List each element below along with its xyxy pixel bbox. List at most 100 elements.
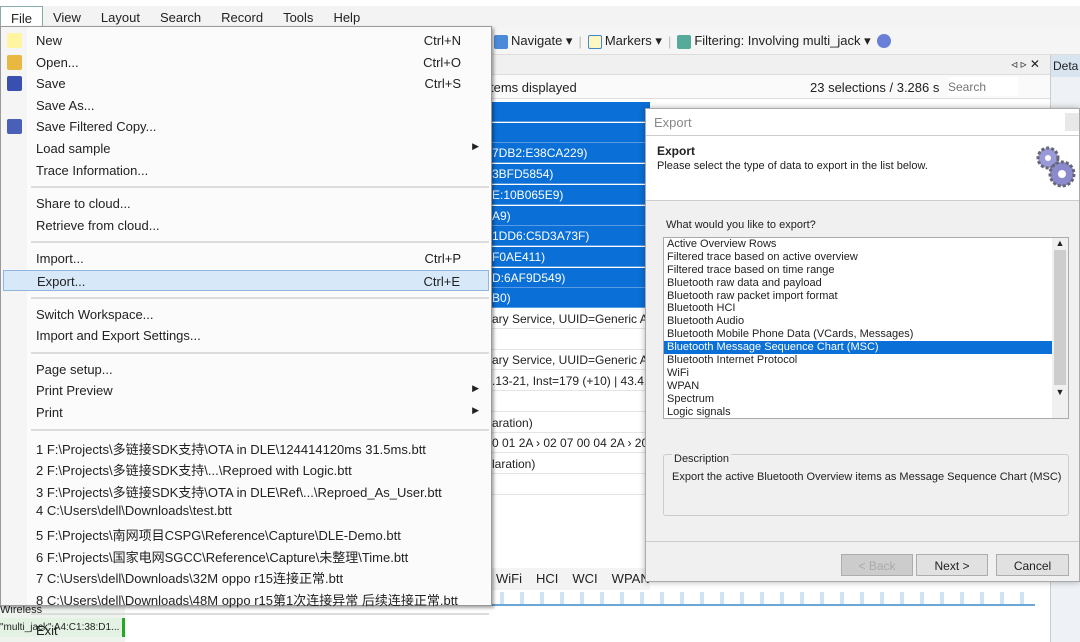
- list-item[interactable]: F0AE411): [490, 246, 650, 267]
- navigate-button[interactable]: Navigate ▾: [494, 33, 572, 49]
- back-button[interactable]: < Back: [841, 554, 913, 576]
- list-item[interactable]: ary Service, UUID=Generic Attri: [490, 350, 650, 371]
- list-item[interactable]: [490, 122, 650, 143]
- menu-item[interactable]: Save Filtered Copy...: [3, 116, 489, 137]
- list-item[interactable]: [490, 392, 650, 412]
- menu-item-label: Switch Workspace...: [36, 306, 154, 322]
- list-item[interactable]: [490, 475, 650, 495]
- list-item[interactable]: aration): [490, 413, 650, 433]
- list-item[interactable]: D:6AF9D549): [490, 267, 650, 288]
- menu-layout[interactable]: Layout: [91, 6, 150, 28]
- menu-item-label: Open...: [36, 54, 79, 70]
- list-item[interactable]: laration): [490, 454, 650, 474]
- cancel-button[interactable]: Cancel: [996, 554, 1069, 576]
- menu-file[interactable]: File: [0, 6, 43, 28]
- markers-button[interactable]: Markers ▾: [587, 33, 662, 49]
- list-item[interactable]: 0 01 2A › 02 07 00 04 2A › 20 0A: [490, 433, 650, 454]
- menu-item-label: 5 F:\Projects\南网项目CSPG\Reference\Capture…: [36, 528, 401, 543]
- search-input[interactable]: [948, 77, 1018, 96]
- menu-item[interactable]: Exit: [3, 620, 489, 641]
- export-option[interactable]: Bluetooth Mobile Phone Data (VCards, Mes…: [664, 328, 1052, 341]
- menu-item-label: 6 F:\Projects\国家电网SGCC\Reference\Capture…: [36, 549, 409, 565]
- scrollbar[interactable]: ▲ ▼: [1052, 238, 1068, 418]
- menu-item[interactable]: 4 C:\Users\dell\Downloads\test.btt: [3, 500, 489, 521]
- menu-item-label: Print: [36, 405, 63, 420]
- export-option[interactable]: Spectrum: [664, 393, 1052, 406]
- close-button[interactable]: [1065, 113, 1079, 131]
- save-filtered-icon: [7, 119, 22, 135]
- tab-hci[interactable]: HCI: [536, 571, 558, 590]
- menu-tools[interactable]: Tools: [273, 6, 323, 28]
- list-item[interactable]: 7DB2:E38CA229): [490, 143, 650, 164]
- menu-item[interactable]: Page setup...: [3, 359, 489, 380]
- marker-icon: [587, 34, 602, 49]
- timeline-wave[interactable]: [490, 592, 1035, 606]
- menu-item[interactable]: Trace Information...: [3, 160, 489, 181]
- filtering-button[interactable]: Filtering: Involving multi_jack ▾: [677, 33, 871, 49]
- menu-item[interactable]: Save As...: [3, 95, 489, 116]
- export-option[interactable]: Bluetooth HCI: [664, 302, 1052, 315]
- menu-item[interactable]: Open... Ctrl+O: [3, 52, 489, 73]
- next-button[interactable]: Next >: [916, 554, 988, 576]
- menu-item[interactable]: 3 F:\Projects\多链接SDK支持\OTA in DLE\Ref\..…: [3, 479, 489, 500]
- menu-item[interactable]: Print Preview ▶: [3, 380, 489, 401]
- menu-item-label: Share to cloud...: [36, 196, 131, 212]
- menu-item[interactable]: 2 F:\Projects\多链接SDK支持\...\Reproed with …: [3, 457, 489, 478]
- menu-item[interactable]: Export... Ctrl+E: [3, 270, 489, 291]
- list-item[interactable]: 1DD6:C5D3A73F): [490, 226, 650, 247]
- export-option[interactable]: Bluetooth raw packet import format: [664, 290, 1052, 303]
- export-option[interactable]: Bluetooth Internet Protocol: [664, 354, 1052, 367]
- list-item[interactable]: ary Service, UUID=Generic Attrib: [490, 309, 650, 329]
- menu-item[interactable]: 1 F:\Projects\多链接SDK支持\OTA in DLE\124414…: [3, 436, 489, 457]
- menu-item[interactable]: Load sample ▶: [3, 138, 489, 159]
- menu-item[interactable]: 5 F:\Projects\南网项目CSPG\Reference\Capture…: [3, 522, 489, 543]
- menu-item-label: Export...: [37, 274, 86, 289]
- export-option[interactable]: Bluetooth raw data and payload: [664, 277, 1052, 290]
- close-icon[interactable]: ◃ ▹ ✕: [1011, 57, 1040, 71]
- menu-item[interactable]: 6 F:\Projects\国家电网SGCC\Reference\Capture…: [3, 544, 489, 565]
- selections-text: 23 selections / 3.286 s: [810, 80, 940, 95]
- menu-item[interactable]: New Ctrl+N: [3, 30, 489, 51]
- menu-item-label: 3 F:\Projects\多链接SDK支持\OTA in DLE\Ref\..…: [36, 484, 442, 500]
- menu-item[interactable]: 7 C:\Users\dell\Downloads\32M oppo r15连接…: [3, 565, 489, 586]
- shield-icon[interactable]: [876, 34, 891, 48]
- menu-item[interactable]: Share to cloud...: [3, 193, 489, 214]
- export-option[interactable]: Bluetooth Message Sequence Chart (MSC): [664, 341, 1052, 355]
- menu-item[interactable]: Retrieve from cloud...: [3, 215, 489, 236]
- list-item[interactable]: A9): [490, 205, 650, 226]
- menu-search[interactable]: Search: [150, 6, 211, 28]
- tab-wifi[interactable]: WiFi: [496, 571, 522, 590]
- list-item[interactable]: E:10B065E9): [490, 184, 650, 205]
- list-item[interactable]: B0): [490, 288, 650, 309]
- menu-view[interactable]: View: [43, 6, 91, 28]
- menu-help[interactable]: Help: [323, 6, 370, 28]
- export-option[interactable]: Bluetooth Audio: [664, 315, 1052, 328]
- export-option[interactable]: WPAN: [664, 380, 1052, 393]
- export-option[interactable]: Filtered trace based on time range: [664, 264, 1052, 277]
- menu-item[interactable]: 8 C:\Users\dell\Downloads\48M oppo r15第1…: [3, 587, 489, 608]
- list-item[interactable]: 3BFD5854): [490, 164, 650, 185]
- export-option[interactable]: Filtered trace based on active overview: [664, 251, 1052, 264]
- list-item[interactable]: [490, 102, 650, 122]
- dialog-subheading: Please select the type of data to export…: [657, 160, 928, 172]
- menu-item[interactable]: Import... Ctrl+P: [3, 248, 489, 269]
- export-option[interactable]: Active Overview Rows: [664, 238, 1052, 251]
- menu-item[interactable]: Import and Export Settings...: [3, 325, 489, 346]
- export-option[interactable]: WiFi: [664, 367, 1052, 380]
- description-text: Export the active Bluetooth Overview ite…: [672, 471, 1062, 483]
- list-item[interactable]: [490, 330, 650, 350]
- export-option[interactable]: Logic signals: [664, 406, 1052, 418]
- details-title: Deta: [1051, 55, 1080, 77]
- menu-item-label: Load sample: [36, 141, 111, 156]
- menu-record[interactable]: Record: [211, 6, 273, 28]
- menu-item[interactable]: Switch Workspace...: [3, 304, 489, 325]
- tab-wpan[interactable]: WPAN: [612, 571, 650, 590]
- list-item[interactable]: .13-21, Inst=179 (+10) | 43.417: [490, 371, 650, 392]
- menu-item[interactable]: Print ▶: [3, 402, 489, 423]
- menu-item-label: 1 F:\Projects\多链接SDK支持\OTA in DLE\124414…: [36, 441, 426, 457]
- menu-item[interactable]: Save Ctrl+S: [3, 73, 489, 94]
- tab-wci[interactable]: WCI: [572, 571, 597, 590]
- export-type-list[interactable]: Active Overview Rows Filtered trace based…: [663, 237, 1069, 419]
- menu-bar: File View Layout Search Record Tools Help: [0, 6, 1080, 28]
- filter-icon: [677, 34, 692, 49]
